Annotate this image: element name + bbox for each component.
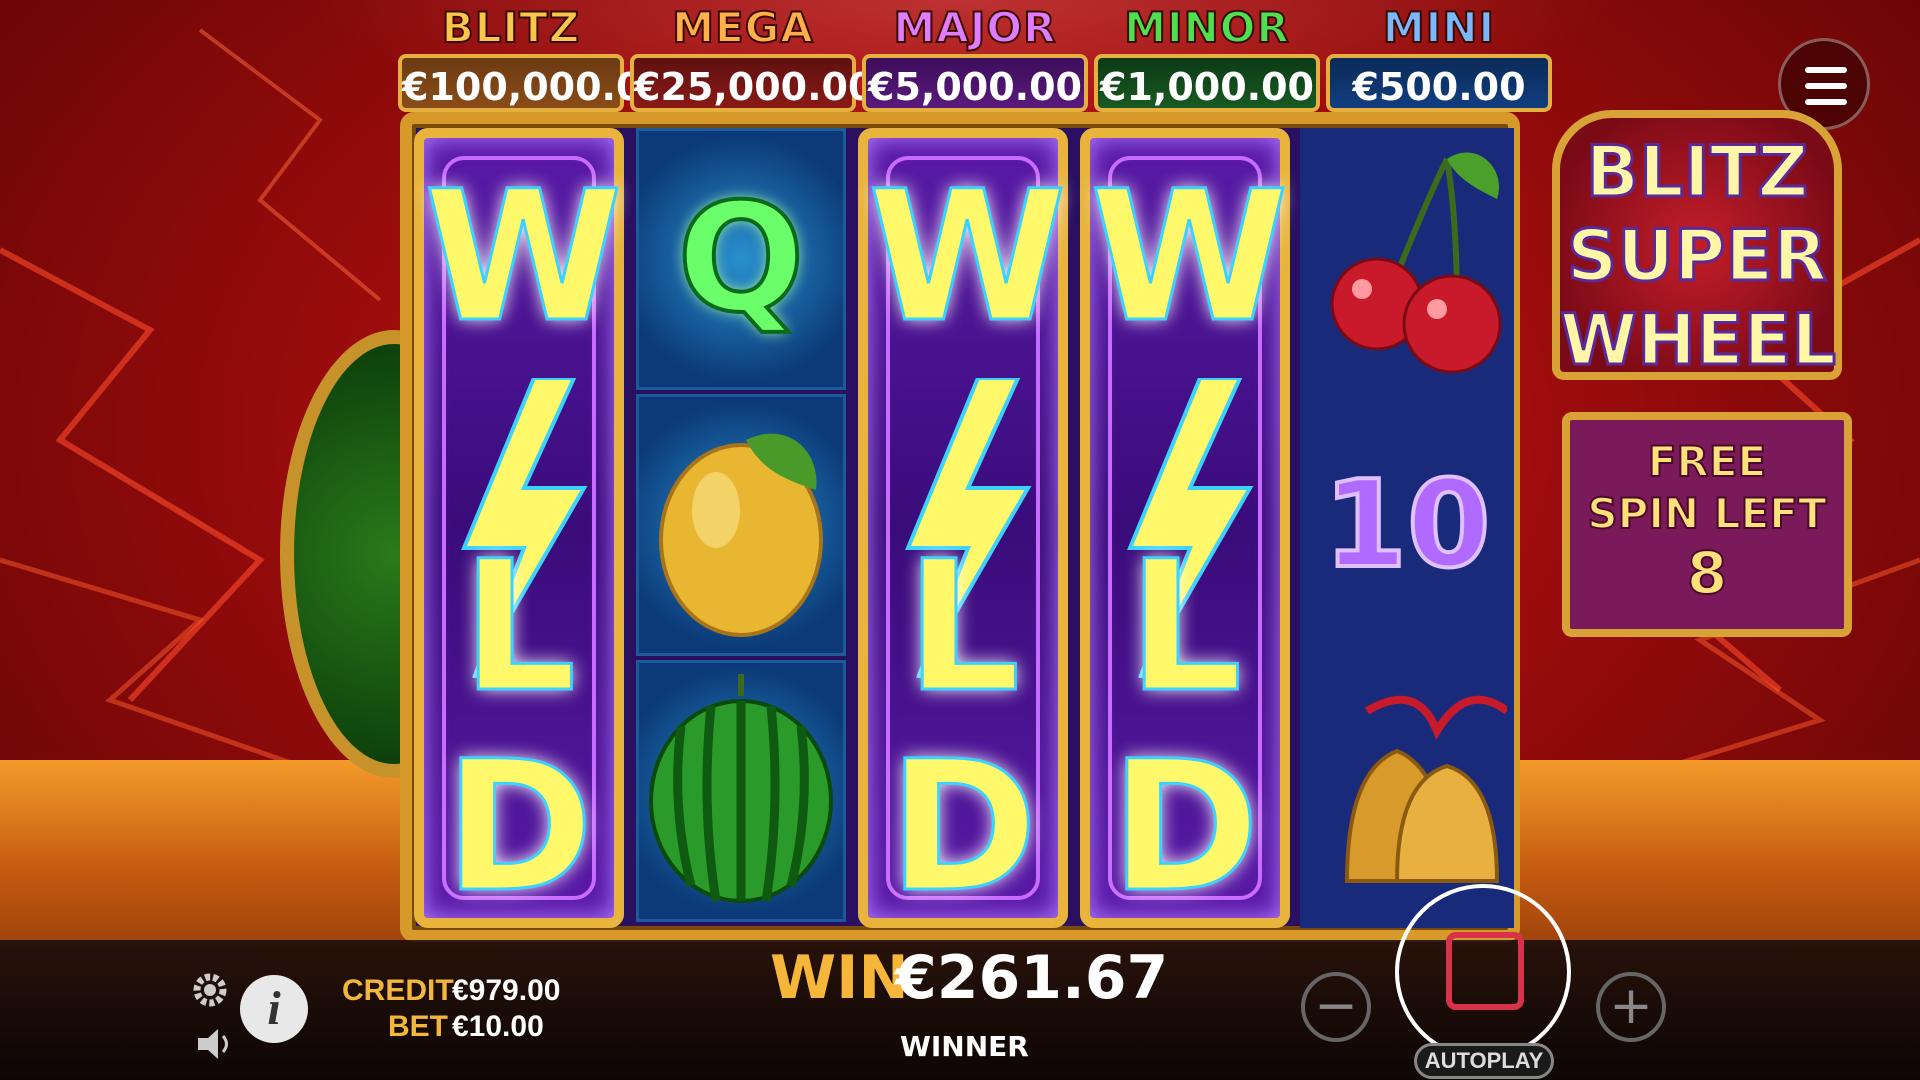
- gear-icon[interactable]: [190, 970, 230, 1010]
- reel-4-wild: W L D: [1080, 128, 1290, 928]
- jackpot-value: €25,000.00: [630, 54, 874, 112]
- wild-letter-w: W: [423, 153, 625, 362]
- jackpot-name: MINI: [1382, 2, 1496, 53]
- free-spin-count: 8: [1686, 539, 1728, 607]
- q-symbol: Q: [675, 170, 807, 348]
- jackpot-name: BLITZ: [441, 2, 581, 53]
- bet-value: €10.00: [452, 1010, 544, 1043]
- symbol-cell: [1300, 128, 1514, 390]
- decrease-bet-button[interactable]: −: [1301, 972, 1371, 1042]
- free-spin-label: FREE: [1647, 436, 1767, 487]
- increase-bet-button[interactable]: +: [1596, 972, 1666, 1042]
- jackpot-name: MAJOR: [893, 2, 1057, 53]
- wild-letter-d: D: [1109, 723, 1261, 932]
- jackpot-major: MAJOR €5,000.00: [862, 2, 1088, 112]
- jackpot-value: €1,000.00: [1094, 54, 1320, 112]
- jackpot-value: €5,000.00: [862, 54, 1088, 112]
- wild-letter-l: L: [904, 523, 1022, 732]
- info-icon: i: [267, 982, 281, 1035]
- free-spins-panel: FREE SPIN LEFT 8: [1562, 412, 1852, 637]
- credit-value: €979.00: [452, 974, 561, 1007]
- blitz-super-wheel-logo: BLITZ SUPER WHEEL: [1552, 110, 1842, 383]
- jackpot-name: MEGA: [671, 2, 814, 53]
- win-label: WIN: [770, 943, 909, 1013]
- free-spin-label: SPIN LEFT: [1586, 488, 1827, 539]
- symbol-cell: [636, 660, 846, 922]
- bell-icon: [1344, 695, 1507, 883]
- winner-label: WINNER: [900, 1030, 1029, 1063]
- wild-letter-w: W: [1089, 153, 1291, 362]
- bet-label: BET: [388, 1010, 448, 1043]
- jackpot-mega: MEGA €25,000.00: [630, 2, 874, 112]
- speaker-icon[interactable]: [196, 1026, 236, 1062]
- jackpot-value: €500.00: [1326, 54, 1552, 112]
- jackpot-minor: MINOR €1,000.00: [1094, 2, 1320, 112]
- jackpot-value: €100,000.00: [398, 54, 669, 112]
- jackpot-mini: MINI €500.00: [1326, 2, 1552, 112]
- symbol-cell: Q: [636, 128, 846, 390]
- logo-line: WHEEL: [1559, 298, 1838, 383]
- wild-letter-l: L: [1126, 523, 1244, 732]
- jackpot-name: MINOR: [1123, 2, 1290, 53]
- wild-letter-l: L: [460, 523, 578, 732]
- credit-label: CREDIT: [342, 974, 454, 1007]
- reel-5: 10: [1300, 128, 1514, 928]
- wild-letter-d: D: [443, 723, 595, 932]
- stop-icon: [1446, 932, 1524, 1010]
- win-value: €261.67: [895, 943, 1169, 1013]
- reel-1-wild: W L D: [414, 128, 624, 928]
- symbol-cell: [1300, 660, 1514, 922]
- reel-3-wild: W L D: [858, 128, 1068, 928]
- jackpot-blitz: BLITZ €100,000.00: [398, 2, 669, 112]
- symbol-cell: [636, 394, 846, 656]
- symbol-cell: 10: [1300, 394, 1514, 656]
- logo-line: SUPER: [1565, 214, 1828, 299]
- reel-2: Q: [636, 128, 846, 928]
- info-button[interactable]: i: [240, 975, 308, 1043]
- logo-line: BLITZ: [1584, 130, 1810, 215]
- autoplay-button[interactable]: AUTOPLAY: [1414, 1043, 1554, 1079]
- wild-letter-d: D: [887, 723, 1039, 932]
- ten-symbol: 10: [1322, 454, 1493, 597]
- cherries-icon: [1330, 152, 1502, 374]
- watermelon-icon: [649, 674, 833, 903]
- wild-letter-w: W: [867, 153, 1069, 362]
- lemon-icon: [659, 433, 823, 637]
